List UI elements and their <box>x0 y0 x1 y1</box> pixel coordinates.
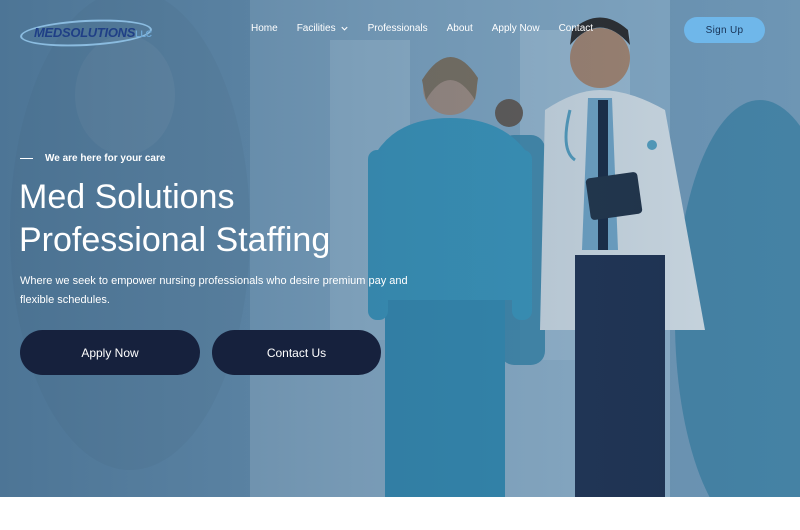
nav-label-contact: Contact <box>558 23 594 34</box>
nav-label-facilities: Facilities <box>296 23 336 34</box>
hero-section: MEDSOLUTIONSLLC Home Facilities Professi… <box>0 0 800 497</box>
tagline: We are here for your care <box>20 153 165 164</box>
nav-item-about[interactable]: About <box>447 23 473 34</box>
contact-us-button[interactable]: Contact Us <box>212 330 381 375</box>
brand-logo[interactable]: MEDSOLUTIONSLLC <box>19 16 153 50</box>
nav-label-about: About <box>446 23 473 34</box>
nav-item-contact[interactable]: Contact <box>559 23 593 34</box>
logo-suffix: LLC <box>135 29 152 39</box>
apply-now-button[interactable]: Apply Now <box>20 330 200 375</box>
main-nav: Home Facilities Professionals About Appl… <box>251 23 593 34</box>
tagline-text: We are here for your care <box>45 153 166 164</box>
nav-label-home: Home <box>251 23 278 34</box>
nav-item-professionals[interactable]: Professionals <box>368 23 428 34</box>
nav-item-facilities[interactable]: Facilities <box>297 23 349 34</box>
chevron-down-icon <box>341 26 348 31</box>
nav-item-home[interactable]: Home <box>251 23 278 34</box>
hero-headline: Med Solutions Professional Staffing <box>19 176 330 262</box>
tagline-divider <box>20 158 33 159</box>
nav-label-apply-now: Apply Now <box>491 23 540 34</box>
nav-item-apply-now[interactable]: Apply Now <box>492 23 540 34</box>
headline-line-1: Med Solutions <box>19 178 235 216</box>
headline-line-2: Professional Staffing <box>19 221 331 259</box>
hero-subtext: Where we seek to empower nursing profess… <box>20 275 408 306</box>
signup-button[interactable]: Sign Up <box>684 17 765 43</box>
nav-label-professionals: Professionals <box>367 23 428 34</box>
logo-text: MEDSOLUTIONS <box>34 25 136 40</box>
below-fold-area <box>0 497 800 530</box>
